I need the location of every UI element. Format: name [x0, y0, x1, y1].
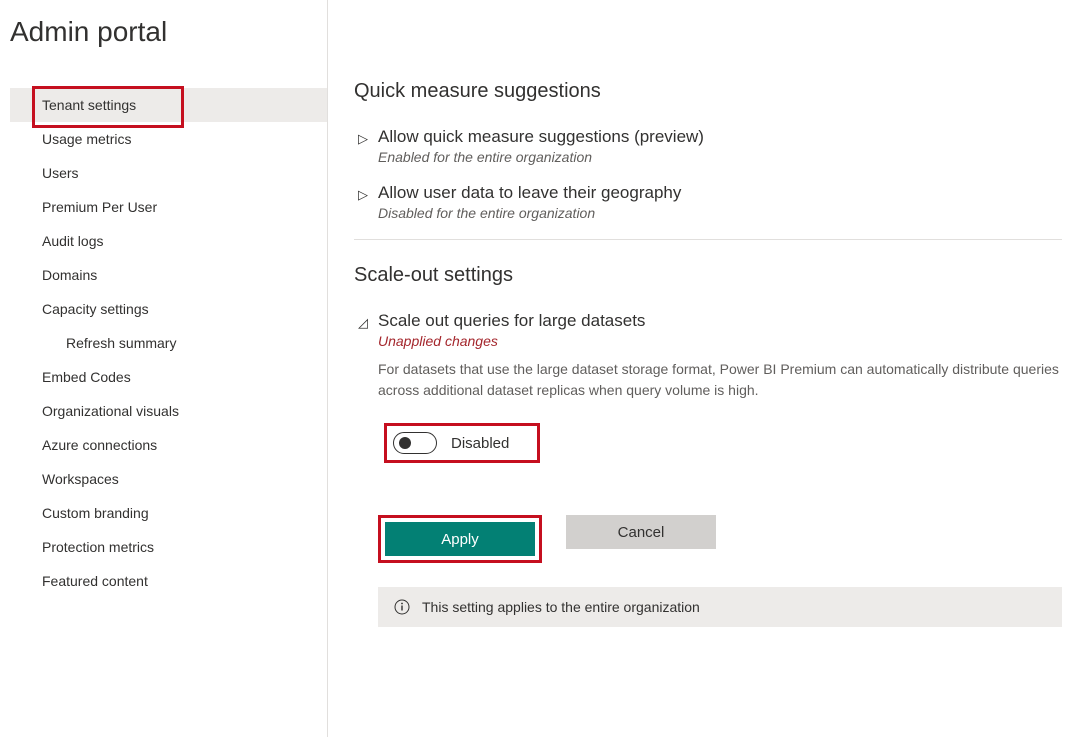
section-title-quick-measure: Quick measure suggestions: [354, 80, 1062, 103]
caret-down-icon: ◿: [358, 311, 378, 331]
sidebar-item-protection-metrics[interactable]: Protection metrics: [10, 530, 327, 564]
highlight-frame: Apply: [378, 515, 542, 563]
nav-list: Tenant settings Usage metrics Users Prem…: [10, 88, 327, 598]
setting-status: Enabled for the entire organization: [378, 149, 1062, 165]
setting-label: Allow user data to leave their geography: [378, 183, 1062, 203]
sidebar-item-refresh-summary[interactable]: Refresh summary: [10, 326, 327, 360]
sidebar-item-users[interactable]: Users: [10, 156, 327, 190]
portal-title: Admin portal: [10, 16, 327, 48]
sidebar-item-embed-codes[interactable]: Embed Codes: [10, 360, 327, 394]
setting-allow-user-data-geography[interactable]: ▷ Allow user data to leave their geograp…: [354, 183, 1062, 221]
button-row: Apply Cancel: [378, 515, 1062, 563]
cancel-button[interactable]: Cancel: [566, 515, 716, 549]
info-text: This setting applies to the entire organ…: [422, 599, 700, 615]
main-content: Quick measure suggestions ▷ Allow quick …: [328, 0, 1082, 737]
sidebar-item-domains[interactable]: Domains: [10, 258, 327, 292]
setting-body: Scale out queries for large datasets Una…: [378, 311, 1062, 627]
setting-label: Scale out queries for large datasets: [378, 311, 1062, 331]
setting-scale-out-queries[interactable]: ◿ Scale out queries for large datasets U…: [354, 311, 1062, 627]
sidebar-item-custom-branding[interactable]: Custom branding: [10, 496, 327, 530]
section-title-scale-out: Scale-out settings: [354, 264, 1062, 287]
setting-status-unapplied: Unapplied changes: [378, 333, 1062, 349]
toggle-scale-out[interactable]: [393, 432, 437, 454]
toggle-knob: [399, 437, 411, 449]
section-divider: [354, 239, 1062, 240]
sidebar-item-capacity-settings[interactable]: Capacity settings: [10, 292, 327, 326]
setting-allow-quick-measure[interactable]: ▷ Allow quick measure suggestions (previ…: [354, 127, 1062, 165]
sidebar: Admin portal Tenant settings Usage metri…: [0, 0, 328, 737]
info-icon: [394, 599, 410, 615]
setting-label: Allow quick measure suggestions (preview…: [378, 127, 1062, 147]
sidebar-item-audit-logs[interactable]: Audit logs: [10, 224, 327, 258]
toggle-label: Disabled: [451, 435, 509, 452]
sidebar-item-featured-content[interactable]: Featured content: [10, 564, 327, 598]
toggle-row: Disabled: [378, 417, 1062, 469]
highlight-frame: Disabled: [384, 423, 540, 463]
sidebar-item-workspaces[interactable]: Workspaces: [10, 462, 327, 496]
setting-body: Allow quick measure suggestions (preview…: [378, 127, 1062, 165]
caret-right-icon: ▷: [358, 127, 378, 147]
apply-button[interactable]: Apply: [385, 522, 535, 556]
sidebar-item-label: Tenant settings: [42, 97, 136, 113]
setting-description: For datasets that use the large dataset …: [378, 359, 1062, 401]
sidebar-item-tenant-settings[interactable]: Tenant settings: [10, 88, 327, 122]
sidebar-item-azure-connections[interactable]: Azure connections: [10, 428, 327, 462]
sidebar-item-premium-per-user[interactable]: Premium Per User: [10, 190, 327, 224]
sidebar-item-usage-metrics[interactable]: Usage metrics: [10, 122, 327, 156]
caret-right-icon: ▷: [358, 183, 378, 203]
setting-body: Allow user data to leave their geography…: [378, 183, 1062, 221]
sidebar-item-organizational-visuals[interactable]: Organizational visuals: [10, 394, 327, 428]
setting-status: Disabled for the entire organization: [378, 205, 1062, 221]
info-bar: This setting applies to the entire organ…: [378, 587, 1062, 627]
